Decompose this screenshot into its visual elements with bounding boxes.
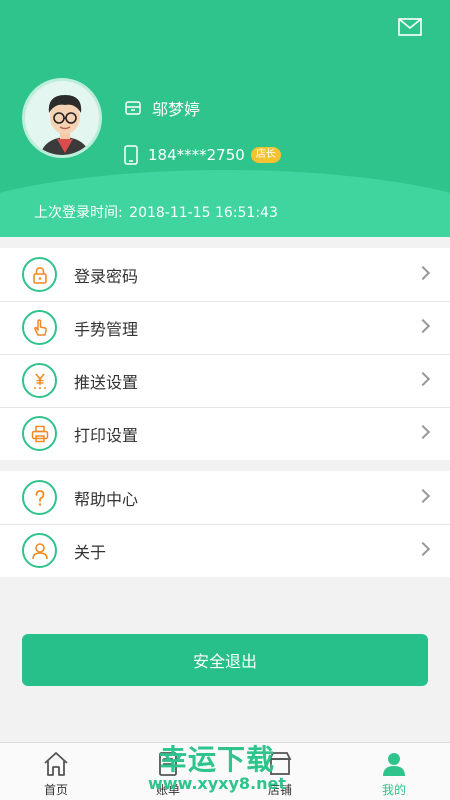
chevron-right-icon — [415, 488, 431, 504]
chevron-right-icon — [415, 424, 431, 440]
user-icon — [383, 753, 405, 776]
menu-item-print-settings[interactable]: 打印设置 — [0, 407, 450, 460]
home-icon — [44, 752, 68, 776]
mail-icon[interactable] — [398, 18, 422, 36]
menu-group-settings: 登录密码 手势管理 推送设置 打印设置 — [0, 248, 450, 460]
menu-item-label: 帮助中心 — [74, 489, 139, 509]
menu-item-label: 关于 — [74, 542, 107, 562]
menu-item-login-password[interactable]: 登录密码 — [0, 248, 450, 301]
role-badge: 店长 — [250, 147, 281, 163]
profile-header: 邬梦婷 184****2750 店长 上次登录时间: 2018-11-15 16… — [0, 0, 450, 237]
logout-button[interactable]: 安全退出 — [22, 634, 428, 686]
menu-item-gesture[interactable]: 手势管理 — [0, 301, 450, 354]
menu-item-label: 打印设置 — [74, 425, 139, 445]
menu-group-help: 帮助中心 关于 — [0, 471, 450, 577]
chevron-right-icon — [415, 541, 431, 557]
user-name: 邬梦婷 — [152, 100, 201, 119]
tab-mine[interactable]: 我的 — [338, 743, 450, 800]
phone-number: 184****2750 — [148, 146, 245, 164]
last-login: 上次登录时间: 2018-11-15 16:51:43 — [34, 202, 278, 222]
phone-icon — [124, 145, 138, 165]
menu-item-about[interactable]: 关于 — [0, 524, 450, 577]
hand-gesture-icon — [22, 310, 57, 345]
store-icon — [125, 101, 141, 115]
last-login-label: 上次登录时间: — [34, 205, 123, 221]
yen-push-icon — [22, 363, 57, 398]
printer-icon — [22, 416, 57, 451]
question-icon — [22, 480, 57, 515]
watermark-text: 幸运下载 — [158, 743, 275, 776]
tab-label: 我的 — [381, 783, 406, 797]
watermark-url: www.xyxy8.net — [148, 774, 286, 793]
person-icon — [22, 533, 57, 568]
avatar-illustration — [25, 81, 99, 155]
tab-label: 首页 — [43, 783, 68, 797]
chevron-right-icon — [415, 318, 431, 334]
tab-home[interactable]: 首页 — [0, 743, 112, 800]
menu-item-label: 登录密码 — [74, 266, 139, 286]
menu-item-push-settings[interactable]: 推送设置 — [0, 354, 450, 407]
lock-icon — [22, 257, 57, 292]
watermark: 幸运下载 www.xyxy8.net — [148, 738, 286, 793]
chevron-right-icon — [415, 371, 431, 387]
menu-item-label: 手势管理 — [74, 319, 139, 339]
avatar[interactable] — [22, 78, 102, 158]
phone-row: 184****2750 店长 — [124, 145, 281, 165]
last-login-time: 2018-11-15 16:51:43 — [129, 205, 278, 221]
menu-item-help-center[interactable]: 帮助中心 — [0, 471, 450, 524]
name-row: 邬梦婷 — [124, 96, 200, 120]
chevron-right-icon — [415, 265, 431, 281]
menu-item-label: 推送设置 — [74, 372, 139, 392]
